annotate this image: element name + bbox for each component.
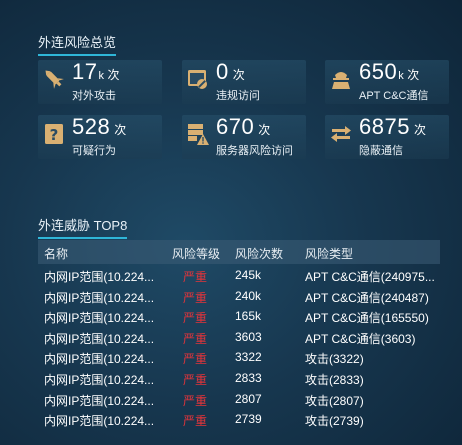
table-body: 内网IP范围(10.224... 严重 245k APT C&C通信(240975..… xyxy=(38,264,440,429)
cell-count: 245k xyxy=(235,268,262,282)
cell-name: 内网IP范围(10.224... xyxy=(44,393,155,408)
cell-type: APT C&C通信(3603) xyxy=(305,331,416,346)
cell-level: 严重 xyxy=(183,393,208,408)
server-warning-icon xyxy=(185,121,211,147)
stat-card-server-risk-access[interactable]: 670 次 服务器风险访问 xyxy=(182,114,306,159)
stat-card-suspicious-behavior[interactable]: ? 528 次 可疑行为 xyxy=(38,114,162,159)
stat-card-apt-cc[interactable]: 650k 次 APT C&C通信 xyxy=(325,59,449,104)
cell-name: 内网IP范围(10.224... xyxy=(44,331,155,346)
threats-table: 名称 风险等级 风险次数 风险类型 内网IP范围(10.224... 严重 245k… xyxy=(38,240,440,429)
cell-count: 3603 xyxy=(235,329,262,344)
table-row[interactable]: 内网IP范围(10.224... 严重 245k APT C&C通信(240975..… xyxy=(38,264,440,285)
column-header-type[interactable]: 风险类型 xyxy=(305,245,353,262)
cell-type: 攻击(3322) xyxy=(305,352,364,367)
stat-value: 670 次 xyxy=(216,114,271,139)
question-icon: ? xyxy=(41,121,67,147)
column-header-count[interactable]: 风险次数 xyxy=(235,245,283,262)
cell-name: 内网IP范围(10.224... xyxy=(44,311,155,326)
cell-name: 内网IP范围(10.224... xyxy=(44,414,155,429)
cell-name: 内网IP范围(10.224... xyxy=(44,290,155,305)
cell-level: 严重 xyxy=(183,331,208,346)
cell-level: 严重 xyxy=(183,352,208,367)
table-row[interactable]: 内网IP范围(10.224... 严重 2739 攻击(2739) xyxy=(38,408,440,429)
cell-type: APT C&C通信(165550) xyxy=(305,311,429,326)
table-row[interactable]: 内网IP范围(10.224... 严重 3322 攻击(3322) xyxy=(38,346,440,367)
cell-count: 2833 xyxy=(235,370,262,385)
table-row[interactable]: 内网IP范围(10.224... 严重 2807 攻击(2807) xyxy=(38,388,440,409)
column-header-level[interactable]: 风险等级 xyxy=(172,245,220,262)
stat-label: 可疑行为 xyxy=(72,145,116,157)
cell-type: 攻击(2807) xyxy=(305,393,364,408)
cell-name: 内网IP范围(10.224... xyxy=(44,352,155,367)
cell-type: 攻击(2739) xyxy=(305,414,364,429)
cell-name: 内网IP范围(10.224... xyxy=(44,270,155,284)
table-header: 名称 风险等级 风险次数 风险类型 xyxy=(38,240,440,264)
cell-level: 严重 xyxy=(183,414,208,429)
blocked-access-icon xyxy=(185,66,211,92)
cell-count: 3322 xyxy=(235,350,262,365)
cell-type: APT C&C通信(240487) xyxy=(305,290,429,305)
svg-text:?: ? xyxy=(50,126,59,144)
table-row[interactable]: 内网IP范围(10.224... 严重 240k APT C&C通信(240487) xyxy=(38,285,440,306)
cell-count: 2739 xyxy=(235,412,262,427)
stat-card-external-attack[interactable]: 17k 次 对外攻击 xyxy=(38,59,162,104)
table-row[interactable]: 内网IP范围(10.224... 严重 165k APT C&C通信(165550) xyxy=(38,305,440,326)
cell-level: 严重 xyxy=(183,290,208,305)
stat-value: 650k 次 xyxy=(359,59,420,84)
cell-count: 165k xyxy=(235,309,262,324)
missile-icon xyxy=(41,66,67,92)
stat-value: 528 次 xyxy=(72,114,127,139)
exchange-arrows-icon xyxy=(328,121,354,147)
cell-name: 内网IP范围(10.224... xyxy=(44,372,155,387)
table-row[interactable]: 内网IP范围(10.224... 严重 2833 攻击(2833) xyxy=(38,367,440,388)
stat-card-covert-communication[interactable]: 6875 次 隐蔽通信 xyxy=(325,114,449,159)
table-row[interactable]: 内网IP范围(10.224... 严重 3603 APT C&C通信(3603) xyxy=(38,326,440,347)
cell-count: 240k xyxy=(235,288,262,303)
threats-section-title: 外连威胁 TOP8 xyxy=(38,215,128,239)
cell-type: APT C&C通信(240975... xyxy=(305,270,435,284)
stat-label: 服务器风险访问 xyxy=(216,145,293,157)
stat-value: 17k 次 xyxy=(72,59,120,84)
stat-label: 对外攻击 xyxy=(72,90,116,102)
overview-section-title: 外连风险总览 xyxy=(38,32,117,56)
cell-count: 2807 xyxy=(235,391,262,406)
stat-value: 6875 次 xyxy=(359,114,427,139)
stat-label: 隐蔽通信 xyxy=(359,145,403,157)
cell-type: 攻击(2833) xyxy=(305,372,364,387)
column-header-name[interactable]: 名称 xyxy=(44,245,68,262)
hacker-icon xyxy=(328,66,354,92)
stat-card-violation-access[interactable]: 0次 违规访问 xyxy=(182,59,306,104)
cell-level: 严重 xyxy=(183,270,208,284)
cell-level: 严重 xyxy=(183,372,208,387)
stat-value: 0次 xyxy=(216,59,246,84)
stat-label: 违规访问 xyxy=(216,90,260,102)
stat-label: APT C&C通信 xyxy=(359,90,429,102)
cell-level: 严重 xyxy=(183,311,208,326)
